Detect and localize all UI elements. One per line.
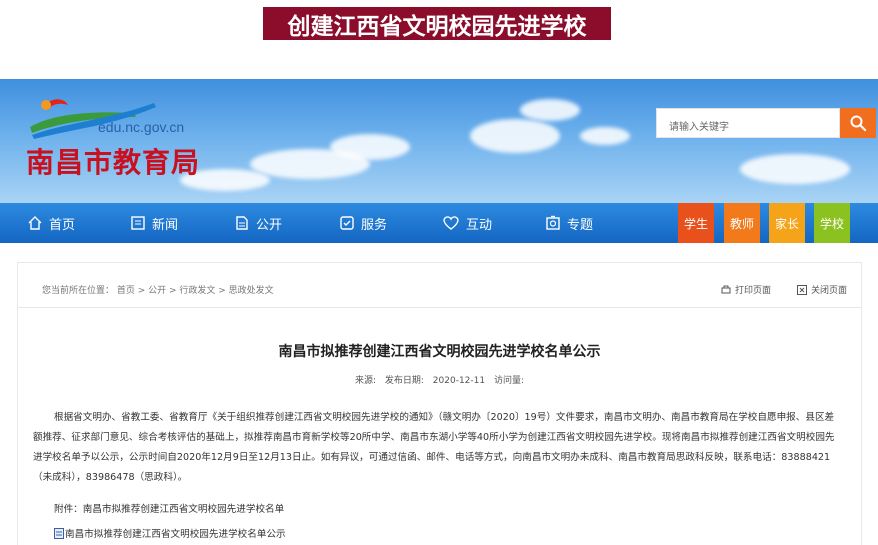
print-label: 打印页面 — [734, 286, 771, 296]
nav-label: 新闻 — [152, 217, 179, 233]
close-icon — [796, 284, 807, 295]
nav-label: 互动 — [466, 217, 493, 233]
banner-title: 创建江西省文明校园先进学校 — [263, 7, 611, 40]
nav-label: 服务 — [361, 217, 388, 233]
heart-icon — [443, 216, 459, 230]
article-title: 南昌市拟推荐创建江西省文明校园先进学校名单公示 — [278, 344, 601, 360]
article-meta: 来源: 发布日期: 2020-12-11 访问量: — [18, 373, 861, 386]
document-icon — [236, 216, 248, 230]
printer-icon — [721, 285, 731, 293]
role-tab-student[interactable]: 学生 — [678, 203, 714, 243]
nav-item-topic[interactable]: 专题 — [545, 203, 593, 243]
nav-label: 公开 — [256, 217, 283, 233]
service-icon — [340, 216, 354, 230]
attachment-link[interactable]: 南昌市拟推荐创建江西省文明校园先进学校名单公示 — [54, 526, 286, 540]
topic-icon — [546, 215, 560, 230]
nav-item-interact[interactable]: 互动 — [442, 203, 492, 243]
home-icon — [28, 216, 42, 230]
site-name: 南昌市教育局 — [26, 146, 201, 179]
attachment-label: 附件：南昌市拟推荐创建江西省文明校园先进学校名单 — [54, 504, 285, 515]
nav-item-news[interactable]: 新闻 — [130, 203, 178, 243]
role-tab-teacher[interactable]: 教师 — [724, 203, 760, 243]
meta-date-label: 发布日期: — [384, 376, 424, 386]
logo-emblem-icon — [30, 99, 156, 139]
meta-source: 来源: — [354, 376, 376, 386]
print-page-button[interactable]: 打印页面 — [721, 283, 771, 296]
divider — [18, 307, 861, 308]
search-input[interactable]: 请输入关键字 — [656, 108, 840, 138]
nav-item-service[interactable]: 服务 — [339, 203, 387, 243]
site-header: edu.nc.gov.cn 南昌市教育局 请输入关键字 — [0, 79, 878, 203]
nav-label: 首页 — [49, 217, 76, 233]
search-icon — [850, 115, 867, 132]
role-tab-parent[interactable]: 家长 — [769, 203, 805, 243]
close-label: 关闭页面 — [810, 286, 847, 296]
file-icon — [54, 527, 64, 539]
nav-item-home[interactable]: 首页 — [27, 203, 75, 243]
site-domain: edu.nc.gov.cn — [98, 119, 185, 135]
nav-label: 专题 — [567, 217, 594, 233]
role-tab-school[interactable]: 学校 — [814, 203, 850, 243]
attachment-link-label: 南昌市拟推荐创建江西省文明校园先进学校名单公示 — [65, 529, 286, 540]
search-button[interactable] — [840, 108, 876, 138]
news-icon — [131, 216, 145, 230]
close-page-button[interactable]: 关闭页面 — [796, 283, 847, 296]
meta-date: 2020-12-11 — [432, 376, 486, 386]
article-panel: 您当前所在位置： 首页 > 公开 > 行政发文 > 思政处发文 打印页面 关闭页… — [17, 262, 862, 545]
breadcrumb: 您当前所在位置： 首页 > 公开 > 行政发文 > 思政处发文 — [42, 286, 274, 296]
nav-item-public[interactable]: 公开 — [234, 203, 282, 243]
article-body: 根据省文明办、省教工委、省教育厅《关于组织推荐创建江西省文明校园先进学校的通知》… — [33, 412, 835, 483]
meta-views-label: 访问量: — [493, 376, 525, 386]
